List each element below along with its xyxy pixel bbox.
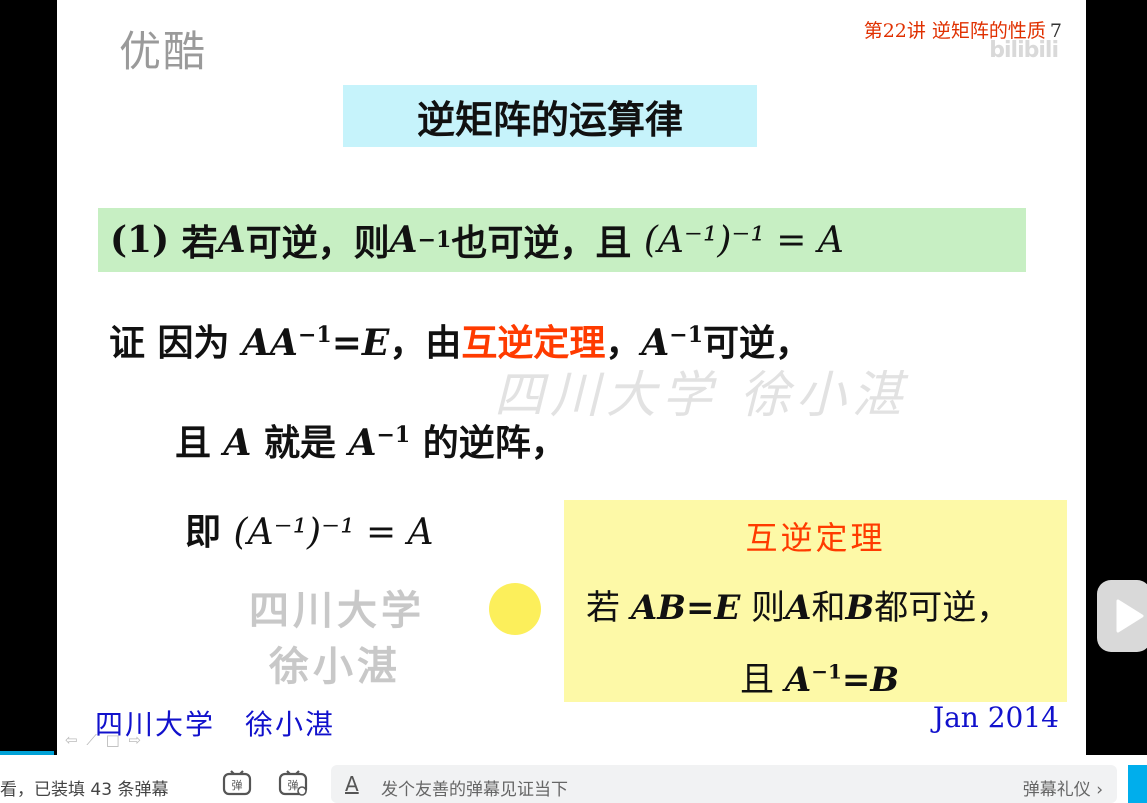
danmaku-settings-button[interactable]: 弹	[278, 769, 308, 797]
danmaku-input[interactable]: A 发个友善的弹幕见证当下 弹幕礼仪 ›	[331, 765, 1117, 803]
theorem-text: 则	[740, 588, 786, 628]
svg-text:弹: 弹	[232, 778, 243, 792]
danmaku-on-icon: 弹	[222, 770, 252, 796]
watermark-school: 四川大学	[249, 587, 425, 634]
prop-text: 可逆，则	[245, 222, 390, 264]
formula-inverse-of-inverse: (A⁻¹)⁻¹ = A	[643, 219, 844, 261]
theorem-text: 若	[586, 588, 631, 628]
font-style-icon[interactable]: A	[345, 772, 359, 796]
math-AB: AB	[630, 588, 686, 628]
theorem-text: 和	[811, 588, 846, 628]
danmaku-etiquette-link[interactable]: 弹幕礼仪 ›	[1023, 775, 1103, 800]
superscript: −1	[417, 227, 452, 253]
theorem-text: 且	[740, 660, 785, 700]
danmaku-toggle-button[interactable]: 弹	[222, 769, 252, 797]
property-1-box: (1) 若 A 可逆，则 A −1 也可逆，且 (A⁻¹)⁻¹ = A	[98, 208, 1026, 272]
danmaku-status: 看，已装填 43 条弹幕	[0, 780, 169, 800]
var-A: A	[389, 219, 418, 261]
var-A: A	[217, 219, 246, 261]
var-A: A	[784, 660, 812, 700]
proof-line-2: 且 A 就是 A−1 的逆阵，	[175, 414, 567, 466]
danmaku-settings-icon: 弹	[278, 770, 308, 796]
theorem-text: 都可逆，	[874, 588, 1011, 628]
proof-text: 即	[185, 511, 234, 553]
math-eq-E: =E	[685, 588, 741, 628]
math-eq-E: =E	[331, 322, 390, 364]
formula-inverse-of-inverse: (A⁻¹)⁻¹ = A	[233, 512, 434, 553]
superscript: −1	[811, 659, 842, 684]
superscript: −1	[376, 422, 411, 448]
danmaku-bar: 看，已装填 43 条弹幕 弹 弹 A 发个友善的弹幕见证当下 弹幕礼仪 ›	[0, 765, 1147, 803]
var-A: A	[223, 422, 252, 464]
var-A: A	[785, 588, 812, 628]
bilibili-watermark: bilibili	[989, 38, 1059, 63]
prop-text: 也可逆，且	[451, 222, 632, 264]
play-button[interactable]	[1097, 580, 1147, 652]
pointer-highlight	[489, 583, 541, 635]
equals: =	[841, 660, 871, 700]
theorem-line-2: 且 A−1=B	[740, 652, 899, 701]
slide-nav-controls[interactable]: ⇦ ⟋ □ ⇨	[65, 731, 143, 749]
prop-text: 若	[181, 222, 218, 264]
danmaku-input-placeholder: 发个友善的弹幕见证当下	[381, 780, 568, 800]
var-A: A	[348, 422, 377, 464]
send-button[interactable]	[1128, 765, 1147, 803]
watermark-name: 徐小湛	[269, 643, 401, 690]
var-B: B	[845, 588, 875, 628]
youku-watermark: 优酷	[119, 27, 208, 76]
video-letterbox-left	[0, 0, 57, 755]
superscript: −1	[669, 322, 704, 348]
svg-text:弹: 弹	[288, 778, 299, 792]
property-label: (1)	[110, 219, 170, 261]
player-divider	[0, 755, 1147, 765]
proof-text: 且	[175, 422, 224, 464]
play-icon	[1116, 599, 1144, 633]
proof-text: 的逆阵，	[410, 422, 567, 464]
var-B: B	[870, 660, 900, 700]
slide-title: 逆矩阵的运算律	[343, 85, 757, 147]
theorem-line-1: 若 AB=E 则A和B都可逆，	[586, 580, 1010, 629]
slide-date: Jan 2014	[932, 701, 1059, 734]
proof-text: ，由	[389, 322, 462, 364]
theorem-box: 互逆定理 若 AB=E 则A和B都可逆， 且 A−1=B	[564, 500, 1067, 702]
theorem-heading: 互逆定理	[745, 519, 886, 557]
superscript: −1	[297, 322, 332, 348]
video-frame-slide[interactable]: 优酷 第22讲 逆矩阵的性质 7 bilibili 逆矩阵的运算律 (1) 若A可…	[57, 0, 1086, 755]
proof-text: 证 因为	[109, 322, 243, 364]
proof-text: 就是	[251, 422, 349, 464]
math-AA: AA	[242, 322, 298, 364]
proof-line-3: 即 (A⁻¹)⁻¹ = A	[185, 503, 434, 555]
